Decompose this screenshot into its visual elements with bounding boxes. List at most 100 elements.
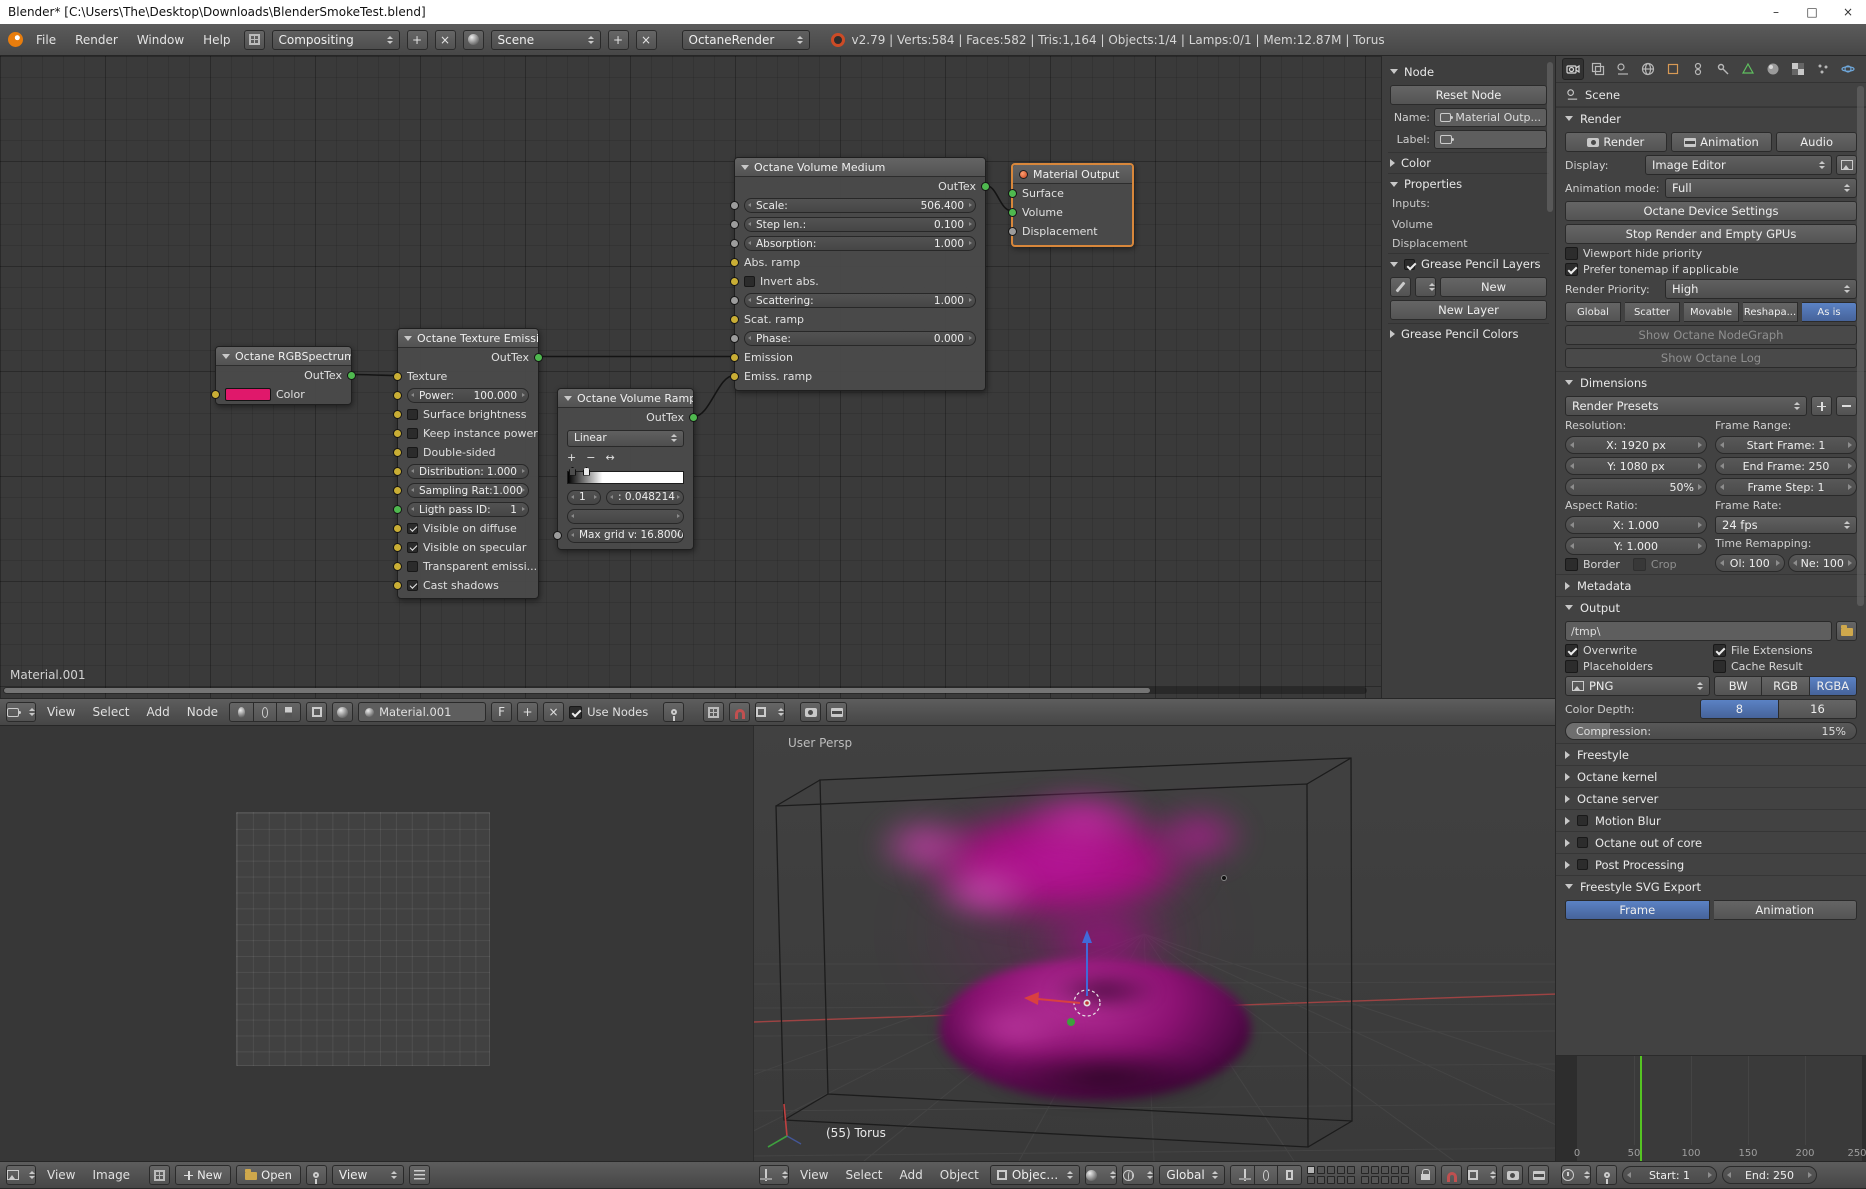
use-nodes-checkbox[interactable] (569, 705, 583, 719)
node-header[interactable]: Material Output (1013, 165, 1132, 184)
editor-type-button[interactable] (759, 1165, 789, 1185)
menu-view[interactable]: View (41, 705, 81, 719)
ramp-stop-0[interactable] (569, 466, 576, 476)
octane-device-settings-button[interactable]: Octane Device Settings (1565, 201, 1857, 221)
orientation-dropdown[interactable]: Global (1159, 1165, 1225, 1185)
menu-add[interactable]: Add (894, 1168, 929, 1182)
layers-widget-right[interactable] (1361, 1165, 1410, 1185)
menu-image[interactable]: Image (86, 1168, 136, 1182)
rgb-button[interactable]: RGB (1762, 676, 1810, 696)
screen-layout-dropdown[interactable]: Compositing (271, 29, 400, 50)
input-socket[interactable] (393, 486, 402, 495)
timeline-playhead[interactable] (1640, 1056, 1642, 1161)
panel-grease-pencil-layers-header[interactable]: Grease Pencil Layers (1388, 253, 1549, 274)
rgba-button[interactable]: RGBA (1809, 676, 1857, 696)
object-context-button[interactable] (229, 702, 254, 722)
new-image-button[interactable]: New (175, 1165, 232, 1185)
mode-reshapable-button[interactable]: Reshapa... (1743, 302, 1798, 322)
layer-dot[interactable] (1307, 1165, 1315, 1174)
scale-field[interactable]: Scale: 506.400 (744, 198, 976, 213)
render-still-button[interactable]: Render (1565, 132, 1667, 152)
translate-manipulator-button[interactable] (1230, 1165, 1255, 1185)
lamp-dot[interactable] (1221, 875, 1227, 881)
output-socket[interactable] (534, 353, 543, 362)
light-pass-id-field[interactable]: Ligth pass ID: 1 (407, 502, 529, 517)
stop-render-button[interactable]: Stop Render and Empty GPUs (1565, 224, 1857, 244)
start-frame-field[interactable]: Start Frame: 1 (1715, 436, 1857, 454)
stop-index-stepper[interactable]: 1 (567, 489, 601, 505)
color-ramp[interactable] (567, 466, 684, 486)
panel-grease-pencil-colors-header[interactable]: Grease Pencil Colors (1388, 323, 1549, 344)
scene-dropdown[interactable]: Scene (490, 29, 601, 50)
viewport-hide-priority-checkbox[interactable] (1565, 247, 1578, 260)
tab-material-icon[interactable] (1762, 58, 1784, 80)
uv-image-editor[interactable] (0, 726, 753, 1161)
input-socket[interactable] (393, 467, 402, 476)
svg-frame-button[interactable]: Frame (1565, 900, 1710, 920)
new-mapping-field[interactable]: Ne: 100 (1787, 554, 1857, 572)
file-extensions-checkbox[interactable] (1713, 644, 1726, 657)
pin-button[interactable] (663, 702, 685, 722)
panel-node-header[interactable]: Node (1388, 61, 1549, 82)
pivot-dropdown[interactable] (1122, 1165, 1155, 1185)
frame-rate-dropdown[interactable]: 24 fps (1715, 516, 1857, 534)
panel-post-processing-header[interactable]: Post Processing (1556, 853, 1866, 875)
render-still-button[interactable] (800, 702, 822, 722)
interpolation-dropdown[interactable]: Linear (567, 429, 684, 447)
power-field[interactable]: Power: 100.000 (407, 388, 529, 403)
file-format-dropdown[interactable]: PNG (1565, 676, 1711, 696)
panel-render-header[interactable]: Render (1556, 107, 1866, 129)
new-material-button[interactable]: + (517, 702, 539, 722)
panel-octane-kernel-header[interactable]: Octane kernel (1556, 765, 1866, 787)
parent-node-button[interactable] (703, 702, 725, 722)
display-extra-button[interactable] (1836, 155, 1857, 175)
input-socket[interactable] (730, 296, 739, 305)
tab-particles-icon[interactable] (1812, 58, 1834, 80)
ramp-remove-button[interactable]: − (586, 451, 595, 464)
transparent-emission-checkbox[interactable] (407, 561, 418, 572)
resolution-x-field[interactable]: X: 1920 px (1565, 436, 1707, 454)
sampling-rate-field[interactable]: Sampling Rat: 1.000 (407, 483, 529, 498)
input-socket[interactable] (393, 429, 402, 438)
snap-element-dropdown[interactable] (1467, 1165, 1497, 1185)
panel-color-header[interactable]: Color (1388, 152, 1549, 173)
snap-toggle-button[interactable] (729, 702, 751, 722)
node-volume-medium[interactable]: Octane Volume Medium OutTex Scale: 506.40… (730, 157, 990, 391)
input-socket[interactable] (393, 410, 402, 419)
manipulator-x-axis[interactable] (1037, 998, 1081, 1004)
lineart-context-button[interactable] (277, 702, 302, 722)
tab-modifiers-icon[interactable] (1712, 58, 1734, 80)
editor-type-button[interactable] (6, 1165, 36, 1185)
panel-octane-out-of-core-header[interactable]: Octane out of core (1556, 831, 1866, 853)
browse-folder-button[interactable] (1836, 621, 1857, 641)
menu-help[interactable]: Help (197, 33, 236, 47)
minimize-button[interactable]: – (1758, 0, 1794, 24)
menu-select[interactable]: Select (839, 1168, 888, 1182)
grease-pencil-draw-button[interactable] (1390, 277, 1411, 297)
node-label-field[interactable] (1434, 130, 1547, 149)
panel-freestyle-header[interactable]: Freestyle (1556, 743, 1866, 765)
node-header[interactable]: Octane Volume Ramp ... (558, 389, 693, 408)
input-socket[interactable] (1008, 189, 1017, 198)
step-length-field[interactable]: Step len.: 0.100 (744, 217, 976, 232)
collapse-icon[interactable] (741, 164, 749, 170)
opengl-render-button[interactable] (1502, 1165, 1523, 1185)
output-socket[interactable] (347, 371, 356, 380)
input-socket[interactable] (730, 258, 739, 267)
collapse-icon[interactable] (404, 335, 412, 341)
mode-as-is-button[interactable]: As is (1802, 302, 1857, 322)
panel-octane-server-header[interactable]: Octane server (1556, 787, 1866, 809)
mode-scatter-button[interactable]: Scatter (1625, 302, 1680, 322)
material-name-field[interactable]: Material.001 (358, 702, 487, 722)
end-frame-field[interactable]: End Frame: 250 (1715, 457, 1857, 475)
visible-specular-checkbox[interactable] (407, 542, 418, 553)
input-socket[interactable] (393, 372, 402, 381)
mode-dropdown[interactable]: Object Mode (989, 1165, 1081, 1185)
prefer-tonemap-checkbox[interactable] (1565, 263, 1578, 276)
absorption-field[interactable]: Absorption: 1.000 (744, 236, 976, 251)
scattering-field[interactable]: Scattering: 1.000 (744, 293, 976, 308)
input-socket[interactable] (393, 581, 402, 590)
input-socket[interactable] (393, 391, 402, 400)
compression-slider[interactable]: Compression: 15% (1565, 722, 1857, 740)
stop-position-field[interactable]: : 0.048214 (606, 489, 684, 505)
